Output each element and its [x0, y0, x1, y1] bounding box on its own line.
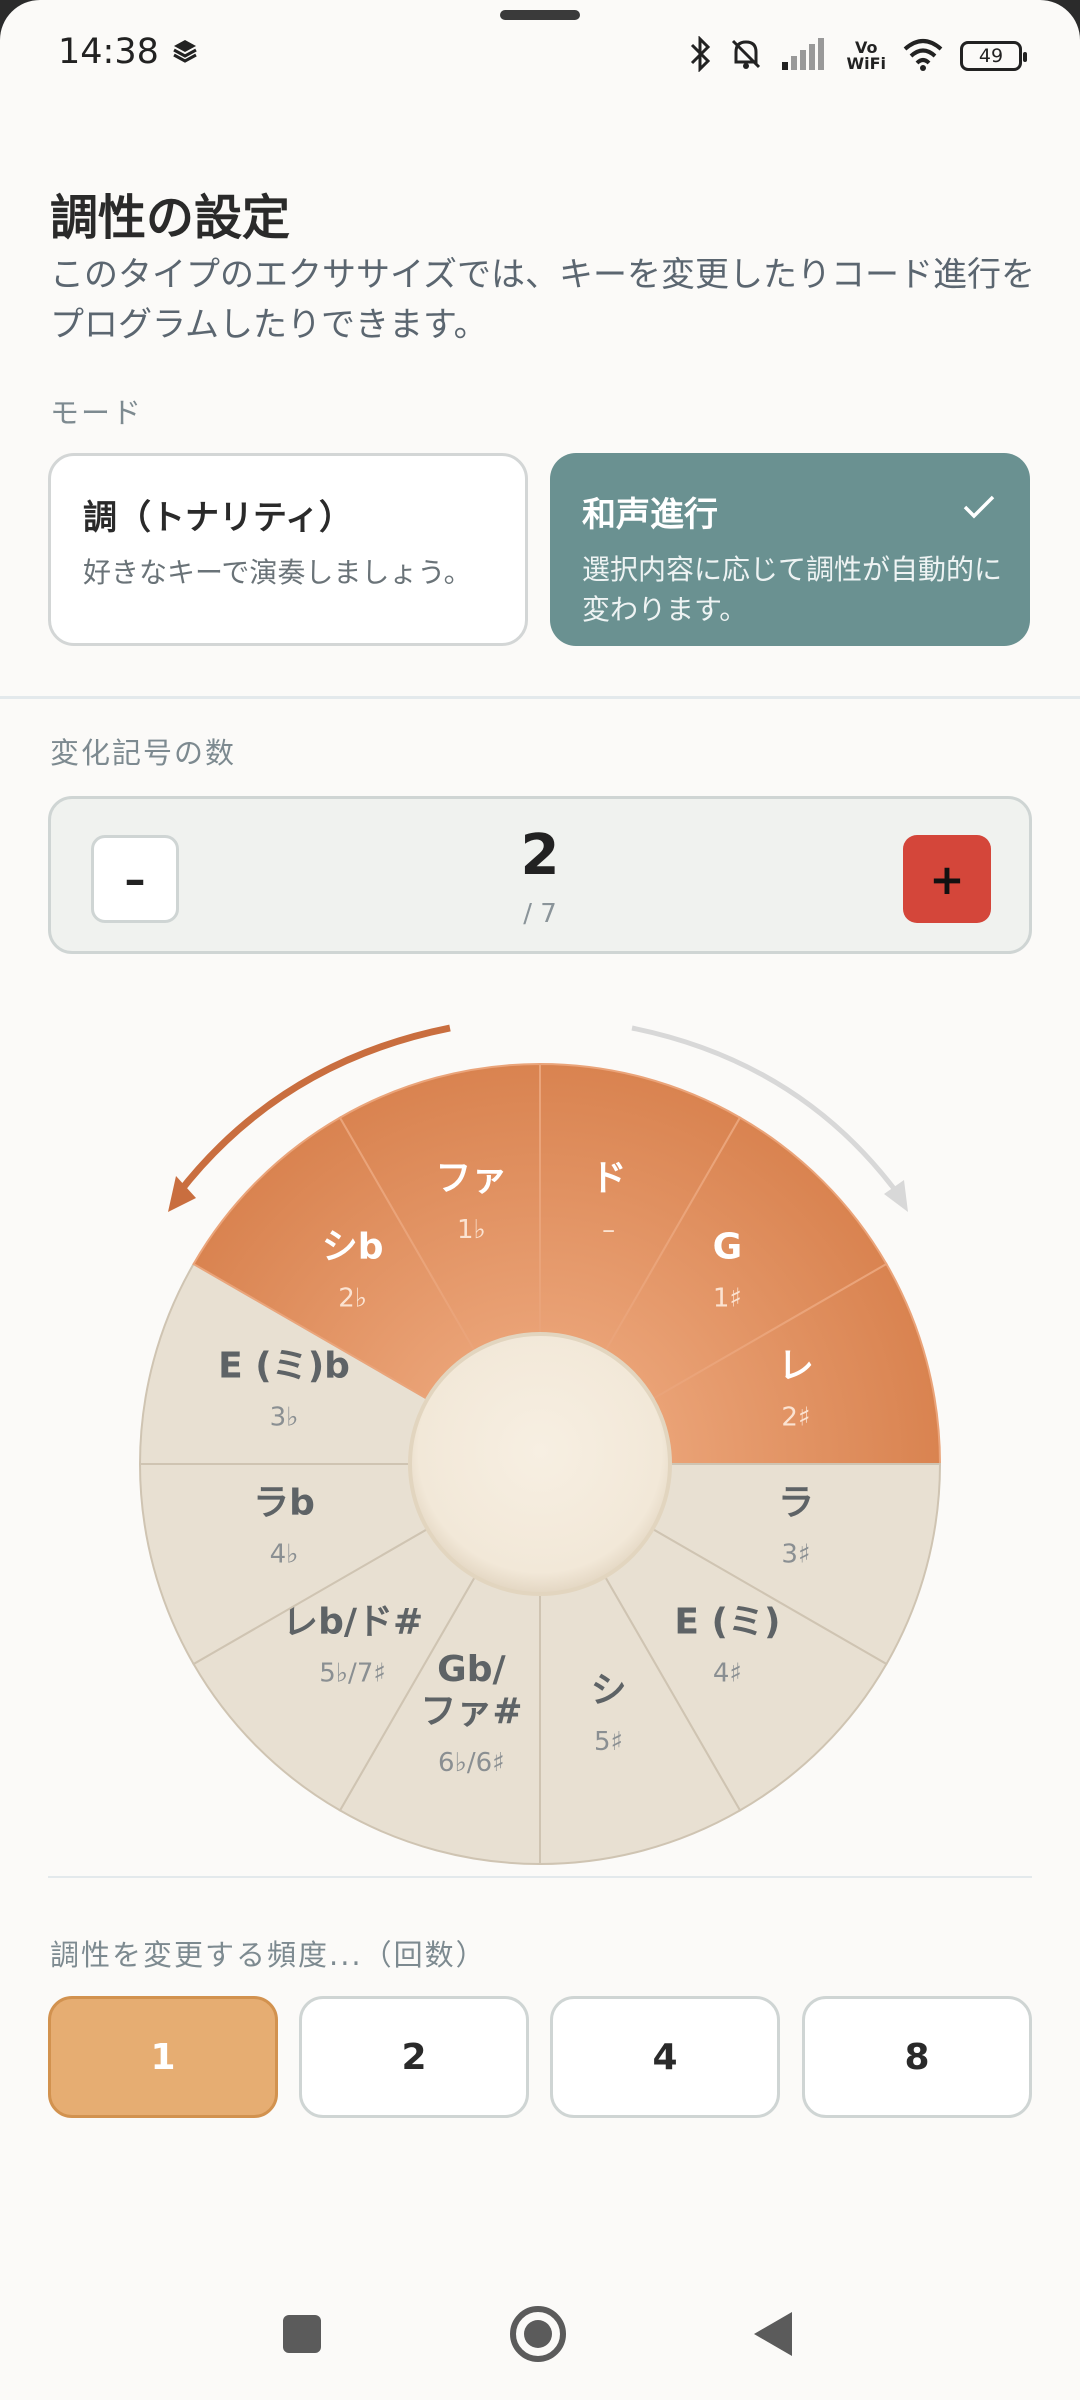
accidentals-stepper: – 2 / 7 +: [48, 796, 1032, 954]
circle-of-fifths: ド – G 1♯ レ 2♯ ラ 3♯ E (ミ) 4♯ シ 5♯ Gb/ファ# 6♭/6♯ レb/ド# 5♭/…: [138, 1024, 942, 1866]
mode-option-title: 和声進行: [582, 495, 718, 535]
camera-pill: [500, 10, 580, 20]
mode-option-tonality[interactable]: 調（トナリティ） 好きなキーで演奏しましょう。: [48, 453, 528, 646]
bluetooth-icon: [688, 35, 712, 76]
frequency-option-2[interactable]: 2: [299, 1996, 529, 2118]
accidentals-max: / 7: [523, 899, 557, 929]
section-divider: [48, 1876, 1032, 1878]
page-title: 調性の設定: [50, 190, 291, 246]
key-signature-label: 3♭: [270, 1402, 299, 1432]
key-name-label: ラ: [778, 1483, 814, 1524]
key-signature-label: 4♯: [713, 1658, 742, 1688]
mode-option-progression[interactable]: 和声進行 選択内容に応じて調性が自動的に変わります。: [550, 453, 1030, 646]
key-name-label: ラb: [253, 1483, 315, 1524]
signal-icon: [780, 38, 830, 74]
key-name-label: ド: [591, 1158, 627, 1199]
frequency-option-1[interactable]: 1: [48, 1996, 278, 2118]
key-signature-label: 2♯: [781, 1402, 810, 1432]
section-divider: [0, 696, 1080, 699]
accidentals-value: 2: [520, 823, 560, 888]
mode-option-desc: 選択内容に応じて調性が自動的に変わります。: [582, 553, 1003, 626]
key-name-label: Gb/: [437, 1649, 506, 1690]
vowifi-indicator: Vo WiFi: [846, 40, 886, 72]
increment-button[interactable]: +: [903, 835, 991, 923]
key-name-label: レ: [778, 1345, 814, 1386]
key-name-label: シb: [322, 1227, 384, 1268]
frequency-label: 調性を変更する頻度...（回数）: [50, 1938, 487, 1972]
key-name-label: G: [713, 1227, 743, 1268]
frequency-options: 1 2 4 8: [48, 1996, 1032, 2118]
wheel-center: [408, 1332, 672, 1596]
key-signature-label: 4♭: [270, 1540, 299, 1570]
battery-indicator: 49: [960, 41, 1027, 71]
frequency-option-4[interactable]: 4: [550, 1996, 780, 2118]
mode-label: モード: [50, 396, 144, 430]
home-button[interactable]: [510, 2306, 566, 2362]
status-bar: 14:38 Vo WiFi 49: [0, 28, 1080, 84]
wifi-icon: [902, 37, 944, 75]
key-signature-label: 5♯: [594, 1727, 623, 1757]
key-signature-label: 3♯: [781, 1540, 810, 1570]
mute-bell-icon: [728, 36, 764, 76]
key-name-label: E (ミ)b: [218, 1345, 350, 1386]
key-name-label: E (ミ): [674, 1601, 780, 1642]
key-name-label: ファ: [435, 1158, 507, 1199]
layers-icon: [172, 38, 198, 68]
vowifi-bottom: WiFi: [846, 54, 886, 73]
recents-button[interactable]: [283, 2315, 321, 2353]
key-signature-label: 1♯: [713, 1284, 742, 1314]
key-name-label: レb/ド#: [282, 1601, 423, 1642]
page-subtitle: このタイプのエクササイズでは、キーを変更したりコード進行をプログラムしたりできま…: [50, 255, 1035, 345]
mode-option-desc: 好きなキーで演奏しましょう。: [83, 556, 472, 589]
status-time: 14:38: [58, 32, 159, 72]
check-icon: [962, 493, 996, 525]
accidentals-label: 変化記号の数: [50, 736, 237, 770]
clockwise-arrowhead: [884, 1180, 908, 1212]
app-screen: 14:38 Vo WiFi 49 調性の設定 このタイプのエクササイズでは、キー…: [0, 0, 1080, 2400]
key-name-label: シ: [591, 1670, 627, 1711]
key-signature-label: 1♭: [457, 1215, 486, 1245]
key-signature-label: 5♭/7♯: [319, 1658, 386, 1688]
key-name-label: ファ#: [420, 1691, 522, 1732]
back-button[interactable]: [754, 2312, 792, 2356]
key-signature-label: –: [602, 1215, 615, 1245]
key-signature-label: 6♭/6♯: [438, 1748, 505, 1778]
frequency-option-8[interactable]: 8: [802, 1996, 1032, 2118]
system-nav-bar: [0, 2270, 1080, 2400]
mode-option-title: 調（トナリティ）: [83, 498, 353, 538]
key-signature-label: 2♭: [338, 1284, 367, 1314]
